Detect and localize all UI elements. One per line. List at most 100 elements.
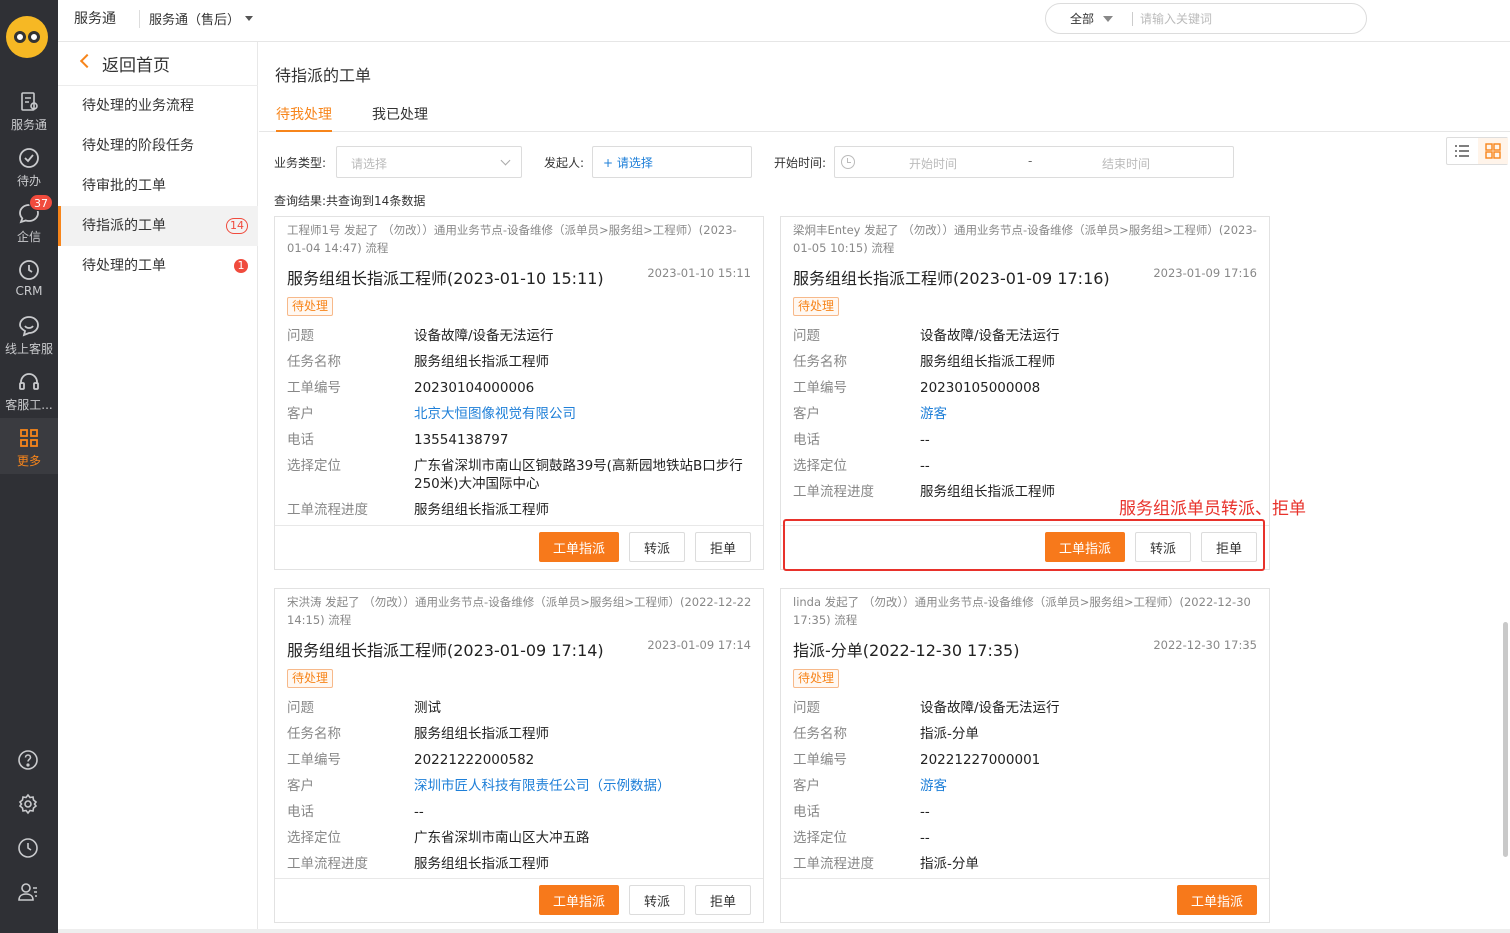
- select-placeholder: 请选择: [351, 157, 388, 171]
- reject-button[interactable]: 拒单: [695, 885, 751, 915]
- field-row: 问题 设备故障/设备无法运行: [287, 327, 753, 345]
- transfer-button[interactable]: 转派: [629, 885, 685, 915]
- transfer-button[interactable]: 转派: [1135, 532, 1191, 562]
- search-input[interactable]: [1140, 9, 1340, 29]
- rail-item-online-service[interactable]: 线上客服: [0, 314, 58, 357]
- tab-my-pending[interactable]: 待我处理: [276, 104, 332, 132]
- field-row: 问题 设备故障/设备无法运行: [793, 327, 1259, 345]
- divider: [139, 10, 140, 28]
- reject-button[interactable]: 拒单: [695, 532, 751, 562]
- help-icon[interactable]: [16, 748, 40, 772]
- nav-item-label: 待处理的业务流程: [82, 98, 194, 114]
- online-service-icon: [17, 314, 41, 338]
- business-type-select[interactable]: 请选择: [336, 146, 522, 178]
- card-title[interactable]: 服务组组长指派工程师(2023-01-09 17:14): [287, 637, 604, 661]
- field-row: 工单编号 20221222000582: [287, 751, 753, 769]
- list-view-icon[interactable]: [1447, 138, 1477, 164]
- search-scope-select[interactable]: 全部: [1070, 10, 1094, 27]
- assign-button[interactable]: 工单指派: [1177, 885, 1257, 915]
- field-row: 电话 --: [793, 803, 1259, 821]
- field-label: 任务名称: [287, 354, 341, 370]
- rail-item-todo[interactable]: 待办: [0, 146, 58, 189]
- initiator-select[interactable]: + 请选择: [592, 146, 752, 178]
- status-badge: 待处理: [287, 669, 334, 688]
- nav-item-pending-assign[interactable]: 待指派的工单 14: [58, 206, 258, 246]
- clock-icon: [17, 258, 41, 282]
- contacts-icon[interactable]: [16, 880, 40, 904]
- field-label: 选择定位: [793, 458, 847, 474]
- headset-icon: [17, 370, 41, 394]
- customer-link[interactable]: 深圳市匠人科技有限责任公司（示例数据）: [414, 777, 753, 795]
- date-range-picker[interactable]: 开始时间 - 结束时间: [834, 146, 1234, 178]
- field-value: 服务组组长指派工程师: [414, 856, 549, 872]
- rail-item-crm[interactable]: CRM: [0, 258, 58, 298]
- workorder-card[interactable]: 宋洪涛 发起了 （勿改））通用业务节点-设备维修（派单员>服务组>工程师）(20…: [274, 588, 764, 923]
- field-value: 服务组组长指派工程师: [414, 502, 549, 518]
- scrollbar[interactable]: [1503, 622, 1508, 857]
- field-label: 选择定位: [793, 830, 847, 846]
- card-footer: 工单指派 转派 拒单: [275, 525, 763, 569]
- chevron-down-icon[interactable]: [1103, 16, 1113, 22]
- assign-button[interactable]: 工单指派: [1045, 532, 1125, 562]
- card-initiator: linda 发起了 （勿改））通用业务节点-设备维修（派单员>服务组>工程师）(…: [793, 595, 1251, 627]
- back-home-label: 返回首页: [102, 56, 170, 76]
- field-label: 任务名称: [793, 726, 847, 742]
- field-value: 设备故障/设备无法运行: [920, 700, 1060, 716]
- grid-view-icon[interactable]: [1478, 138, 1508, 164]
- card-time: 2023-01-09 17:16: [1153, 266, 1257, 280]
- field-row: 工单流程进度 指派-分单: [793, 855, 1259, 873]
- chevron-left-icon: [79, 53, 95, 69]
- rail-item-customer-service[interactable]: 客服工...: [0, 370, 58, 413]
- end-date-input[interactable]: 结束时间: [1102, 155, 1150, 172]
- nav-item-pending-stage-tasks[interactable]: 待处理的阶段任务: [58, 126, 258, 166]
- card-title[interactable]: 服务组组长指派工程师(2023-01-10 15:11): [287, 265, 604, 289]
- nav-item-pending-workorders[interactable]: 待处理的工单 1: [58, 246, 258, 286]
- field-value: --: [920, 432, 930, 448]
- customer-link[interactable]: 游客: [920, 777, 1259, 795]
- nav-item-label: 待处理的阶段任务: [82, 138, 194, 154]
- card-time: 2023-01-09 17:14: [647, 638, 751, 652]
- rail-label: 更多: [16, 454, 41, 468]
- field-label: 任务名称: [287, 726, 341, 742]
- grid-icon: [17, 426, 41, 450]
- card-title[interactable]: 指派-分单(2022-12-30 17:35): [793, 637, 1019, 661]
- field-value: --: [920, 830, 930, 846]
- start-date-input[interactable]: 开始时间: [909, 155, 957, 172]
- field-value: --: [920, 458, 930, 474]
- assign-button[interactable]: 工单指派: [539, 532, 619, 562]
- filter-label-type: 业务类型:: [274, 156, 327, 170]
- card-fields: 问题 测试 任务名称 服务组组长指派工程师 工单编号 20221222000582 客…: [287, 699, 753, 881]
- transfer-button[interactable]: 转派: [629, 532, 685, 562]
- history-icon[interactable]: [16, 836, 40, 860]
- field-value: 广东省深圳市南山区铜鼓路39号(高新园地铁站B口步行250米)大冲国际中心: [414, 458, 743, 492]
- back-home-link[interactable]: 返回首页: [58, 42, 258, 86]
- field-label: 选择定位: [287, 830, 341, 846]
- rail-item-more[interactable]: 更多: [0, 418, 58, 474]
- tab-my-handled[interactable]: 我已处理: [372, 104, 428, 132]
- customer-link[interactable]: 北京大恒图像视觉有限公司: [414, 405, 753, 423]
- rail-item-service[interactable]: 服务通: [0, 90, 58, 133]
- assign-button[interactable]: 工单指派: [539, 885, 619, 915]
- reject-button[interactable]: 拒单: [1201, 532, 1257, 562]
- nav-item-pending-processes[interactable]: 待处理的业务流程: [58, 86, 258, 126]
- customer-link[interactable]: 游客: [920, 405, 1259, 423]
- rail-label: 待办: [16, 174, 41, 188]
- field-label: 工单编号: [793, 752, 847, 768]
- nav-item-pending-approval[interactable]: 待审批的工单: [58, 166, 258, 206]
- workorder-card[interactable]: linda 发起了 （勿改））通用业务节点-设备维修（派单员>服务组>工程师）(…: [780, 588, 1270, 923]
- app-brand[interactable]: 服务通: [74, 8, 116, 28]
- card-footer: 工单指派: [781, 878, 1269, 922]
- card-title[interactable]: 服务组组长指派工程师(2023-01-09 17:16): [793, 265, 1110, 289]
- app-scope-selector[interactable]: 服务通（售后）: [149, 9, 240, 28]
- settings-icon[interactable]: [16, 792, 40, 816]
- tab-bar: 待我处理 我已处理: [259, 100, 1510, 132]
- field-value: --: [414, 804, 424, 820]
- rail-item-messages[interactable]: 37 企信: [0, 194, 58, 245]
- chevron-down-icon[interactable]: [245, 16, 253, 21]
- field-value: 20221222000582: [414, 752, 535, 768]
- workorder-card[interactable]: 工程师1号 发起了 （勿改））通用业务节点-设备维修（派单员>服务组>工程师）(…: [274, 216, 764, 570]
- field-row: 工单流程进度 服务组组长指派工程师: [287, 501, 753, 519]
- count-badge: 14: [226, 218, 248, 234]
- field-value: 设备故障/设备无法运行: [920, 328, 1060, 344]
- field-row: 选择定位 广东省深圳市南山区铜鼓路39号(高新园地铁站B口步行250米)大冲国际中…: [287, 457, 753, 493]
